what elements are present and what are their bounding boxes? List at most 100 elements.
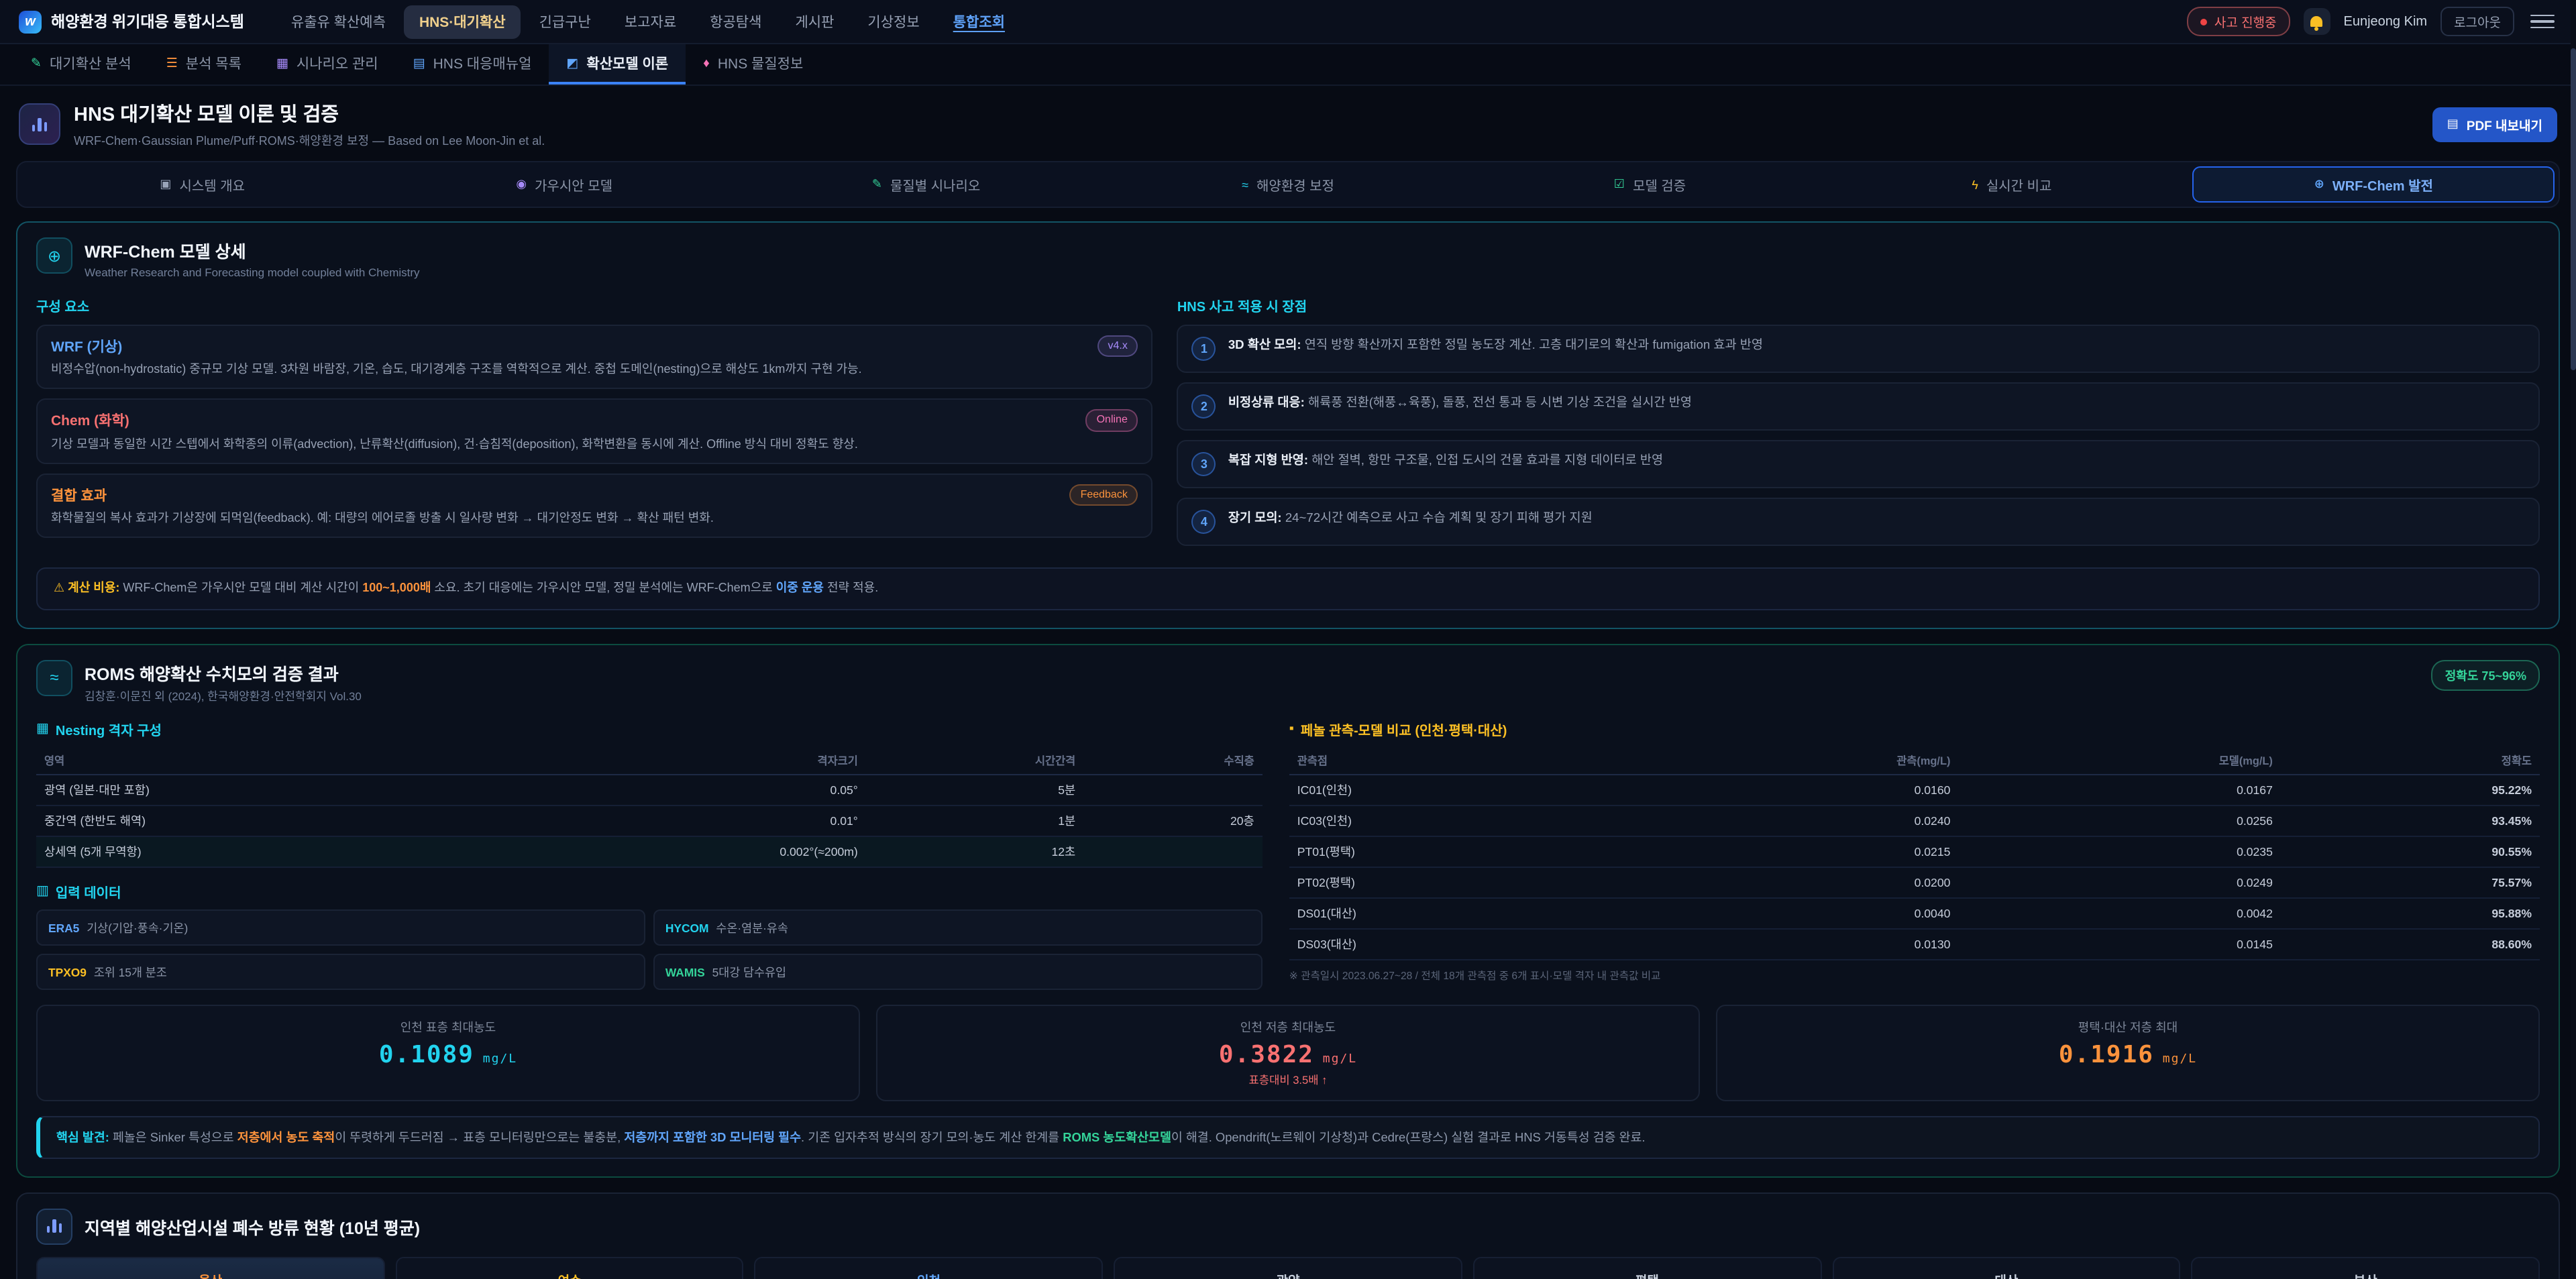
subnav-tab[interactable]: ✎대기확산 분석 — [13, 44, 149, 85]
topnav-item[interactable]: 기상정보 — [853, 5, 934, 38]
table-row: 상세역 (5개 무역항)0.002°(≈200m)12초 — [36, 836, 1263, 867]
table-row: DS03(대산)0.01300.014588.60% — [1289, 928, 2540, 959]
subnav-tab-label: 분석 목록 — [186, 53, 241, 73]
subnav-tab[interactable]: ◩확산모델 이론 — [549, 44, 686, 85]
globe-icon: ⊕ — [36, 237, 72, 274]
input-data-chip: HYCOM 수온·염분·유속 — [653, 909, 1263, 945]
roms-section-subtitle: 김창훈·이문진 외 (2024), 한국해양환경·안전학회지 Vol.30 — [85, 687, 362, 704]
gaussian-icon: ◉ — [516, 177, 527, 192]
content-tab[interactable]: ◉ 가우시안 모델 — [383, 166, 745, 203]
region-body: 인천91,658m³/일1,373t/년 — [761, 1270, 1096, 1279]
main-nav: 유출유 확산예측HNS·대기확산긴급구난보고자료항공탐색게시판기상정보통합조회 — [276, 5, 1020, 38]
content-tab[interactable]: ▣시스템 개요 — [21, 166, 383, 203]
chip-label: 5대강 담수유입 — [709, 965, 786, 979]
benefit-desc: 24~72시간 예측으로 사고 수습 계획 및 장기 피해 평가 지원 — [1285, 511, 1593, 524]
scrollbar-thumb[interactable] — [2571, 48, 2576, 370]
stat-label: 평택·대산 저층 최대 — [1728, 1017, 2528, 1035]
chip-label: 조위 15개 분조 — [91, 965, 167, 979]
observed-cell: 0.0200 — [1636, 867, 1958, 897]
benefit-text: 3D 확산 모의: 연직 방향 확산까지 포함한 정밀 농도장 계산. 고층 대… — [1228, 337, 1763, 355]
incident-status-badge[interactable]: 사고 진행중 — [2188, 7, 2290, 36]
region-body: 대산65,181m³/일346t/년 — [1839, 1270, 2174, 1279]
component-name: WRF (기상) — [51, 336, 122, 356]
topnav-item[interactable]: 통합조회 — [938, 5, 1020, 38]
component-header: Chem (화학)Online — [51, 410, 1138, 432]
topnav-item[interactable]: 긴급구난 — [525, 5, 606, 38]
region-stat-card: 부산38,292m³/일469t/년 — [2192, 1257, 2540, 1279]
stat-value: 0.1089 mg/L — [48, 1040, 848, 1068]
content-tab[interactable]: ⊕WRF-Chem 발전 — [2193, 166, 2555, 203]
user-name[interactable]: Eunjeong Kim — [2344, 14, 2428, 29]
logout-button[interactable]: 로그아웃 — [2440, 7, 2514, 36]
topnav-item[interactable]: 항공탐색 — [695, 5, 776, 38]
subnav-tab[interactable]: ▤HNS 대응매뉴얼 — [396, 44, 549, 85]
content-tabstrip: ▣시스템 개요 ◉ 가우시안 모델 ✎물질별 시나리오≈해양환경 보정☑모델 검증ϟ실… — [16, 161, 2560, 208]
app-root: w 해양환경 위기대응 통합시스템 유출유 확산예측HNS·대기확산긴급구난보고… — [0, 0, 2576, 1279]
region-body: 광양86,395m³/일298t/년 — [1120, 1270, 1455, 1279]
topnav-item[interactable]: 보고자료 — [610, 5, 691, 38]
content-tab[interactable]: ϟ실시간 비교 — [1831, 166, 2192, 203]
content-tab-label: WRF-Chem 발전 — [2332, 174, 2433, 194]
scenario-grid-icon: ▦ — [276, 56, 288, 70]
roms-section-title: ROMS 해양확산 수치모의 검증 결과 — [85, 659, 362, 685]
accuracy-cell: 88.60% — [2281, 928, 2540, 959]
column-header: 정확도 — [2281, 746, 2540, 774]
region-stat-card: 인천91,658m³/일1,373t/년 — [755, 1257, 1103, 1279]
column-header: 격자크기 — [503, 746, 866, 774]
benefit-lead: 복잡 지형 반영: — [1228, 453, 1311, 467]
list-icon: ☰ — [166, 56, 178, 70]
app-brand[interactable]: w 해양환경 위기대응 통합시스템 — [19, 10, 244, 33]
benefit-item: 4장기 모의: 24~72시간 예측으로 사고 수습 계획 및 장기 피해 평가… — [1177, 498, 2540, 546]
benefit-text: 비정상류 대응: 해륙풍 전환(해풍↔육풍), 돌풍, 전선 통과 등 시변 기… — [1228, 394, 1692, 413]
pencil-icon: ✎ — [31, 56, 42, 70]
region-body: 부산38,292m³/일469t/년 — [2198, 1270, 2533, 1279]
benefit-number: 4 — [1192, 510, 1216, 534]
content-tab-label: 가우시안 모델 — [535, 174, 612, 194]
wrf-columns: 구성 요소 WRF (기상) v4.x 비정수압(non-hydrostatic) … — [17, 288, 2559, 563]
input-data-chip: WAMIS 5대강 담수유입 — [653, 953, 1263, 989]
modeled-cell: 0.0145 — [1958, 928, 2280, 959]
component-description: 기상 모델과 동일한 시간 스텝에서 화학종의 이류(advection), 난… — [51, 436, 1138, 453]
subnav-tab[interactable]: ♦HNS 물질정보 — [686, 44, 820, 85]
benefit-item: 13D 확산 모의: 연직 방향 확산까지 포함한 정밀 농도장 계산. 고층 … — [1177, 325, 2540, 373]
observed-cell: 0.0130 — [1636, 928, 1958, 959]
component-badge: Feedback — [1070, 484, 1138, 506]
topnav-item[interactable]: 유출유 확산예측 — [276, 5, 400, 38]
region-body: 여수124,890m³/일382t/년 — [402, 1270, 737, 1279]
station-cell: PT01(평택) — [1289, 836, 1636, 867]
topnav-item[interactable]: 게시판 — [780, 5, 849, 38]
component-name: Chem (화학) — [51, 410, 129, 431]
topnav-item[interactable]: HNS·대기확산 — [405, 5, 521, 38]
components-heading: 구성 요소 — [36, 295, 1153, 315]
bars-glyph — [46, 1220, 62, 1233]
model-component-card: Chem (화학)Online 기상 모델과 동일한 시간 스텝에서 화학종의 이… — [36, 399, 1153, 464]
benefit-desc: 해안 절벽, 항만 구조물, 인접 도시의 건물 효과를 지형 데이터로 반영 — [1311, 453, 1663, 467]
stat-number: 0.3822 — [1219, 1040, 1314, 1068]
content-tab[interactable]: ✎물질별 시나리오 — [745, 166, 1107, 203]
component-description: 비정수압(non-hydrostatic) 중규모 기상 모델. 3차원 바람장… — [51, 362, 1138, 379]
components-list: WRF (기상) v4.x 비정수압(non-hydrostatic) 중규모 기상… — [36, 325, 1153, 539]
notifications-button[interactable] — [2304, 8, 2330, 35]
observed-cell: 0.0240 — [1636, 805, 1958, 836]
component-badge: v4.x — [1097, 335, 1138, 357]
page-scrollbar[interactable] — [2571, 0, 2576, 1279]
main-content: HNS 대기확산 모델 이론 및 검증 WRF-Chem·Gaussian Pl… — [0, 86, 2576, 1279]
column-header: 영역 — [36, 746, 503, 774]
content-tab[interactable]: ☑모델 검증 — [1469, 166, 1831, 203]
model-component-card: WRF (기상) v4.x 비정수압(non-hydrostatic) 중규모 기상… — [36, 325, 1153, 390]
subnav-tab[interactable]: ▦시나리오 관리 — [259, 44, 396, 85]
bar-chart-icon — [36, 1209, 72, 1245]
subnav-tab[interactable]: ☰ 분석 목록 — [149, 44, 259, 85]
component-description: 화학물질의 복사 효과가 기상장에 되먹임(feedback). 예: 대량의 … — [51, 510, 1138, 528]
modeled-cell: 0.0167 — [1958, 774, 2280, 805]
menu-icon[interactable] — [2528, 11, 2557, 32]
content-tab[interactable]: ≈해양환경 보정 — [1107, 166, 1468, 203]
bar-chart-icon — [32, 117, 48, 131]
concentration-stats: 인천 표층 최대농도0.1089 mg/L인천 저층 최대농도0.3822 mg… — [17, 989, 2559, 1101]
modeled-cell: 0.0235 — [1958, 836, 2280, 867]
column-header: 수직층 — [1083, 746, 1263, 774]
pdf-export-label: PDF 내보내기 — [2467, 115, 2542, 133]
stat-subtext: 표층대비 3.5배 ↑ — [888, 1071, 1688, 1087]
station-cell: IC01(인천) — [1289, 774, 1636, 805]
pdf-export-button[interactable]: ▤ PDF 내보내기 — [2432, 107, 2557, 142]
